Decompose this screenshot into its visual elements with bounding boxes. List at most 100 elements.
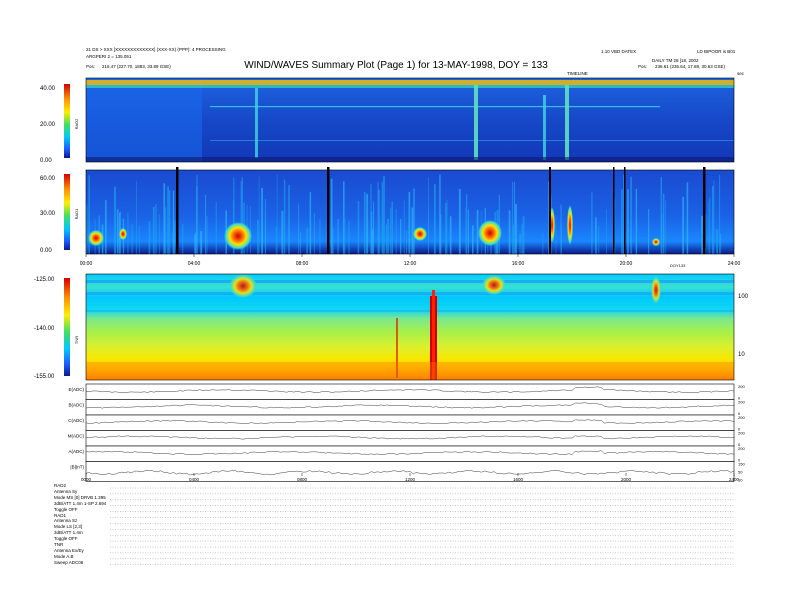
rad1-texture-streak [701, 233, 703, 254]
rad1-texture-streak [719, 175, 721, 254]
rad1-texture-streak [215, 202, 217, 254]
rad1-texture-streak [363, 191, 366, 254]
rad1-texture-streak [281, 210, 284, 254]
tnr-ytick-bottom: -155.00 [34, 374, 55, 380]
rad1-texture-streak [258, 176, 260, 254]
rad1-texture-streak [194, 233, 197, 254]
x-end-label: DOY133 [670, 263, 686, 268]
rad1-texture-streak [114, 186, 116, 254]
rad1-texture-streak [522, 216, 525, 254]
rad1-texture-streak [439, 174, 441, 254]
rad1-texture-streak [276, 174, 278, 254]
rad1-texture-streak [131, 224, 133, 254]
footer-lines [110, 487, 734, 565]
rad1-texture-streak [343, 217, 346, 254]
rad1-texture-streak [400, 219, 402, 254]
rad1-texture-streak [560, 224, 562, 254]
trace-row-frame [85, 399, 735, 416]
rad1-texture-streak [391, 201, 393, 254]
rad2-panel [85, 77, 735, 163]
rad1-texture-streak [521, 224, 523, 254]
rad1-texture-streak [635, 188, 638, 254]
rad1-texture-streak [413, 188, 415, 254]
trace-row-frame [85, 430, 735, 447]
rad2-ytick-bottom: 0.00 [40, 158, 52, 164]
rad1-xtick-label: 24:00 [728, 261, 741, 267]
rad1-texture-streak [127, 212, 129, 254]
rad2-ylabel: RAD2 [74, 118, 79, 129]
rad1-panel [85, 167, 735, 255]
rad1-texture-streak [159, 214, 160, 254]
rad1-texture-streak [138, 225, 140, 254]
rad1-texture-streak [288, 185, 290, 254]
trace-row-right-tick: 50 [738, 470, 743, 475]
rad1-texture-streak [313, 213, 315, 254]
rad1-ytick-bottom: 0.00 [40, 248, 52, 254]
rad1-texture-streak [283, 179, 286, 254]
footer-block: RAD2 Antenna Sy Mode MS [0] DRVB 1.395 3… [54, 483, 106, 566]
rad1-texture-streak [357, 201, 360, 254]
traces-xtick-label: 2400 [729, 477, 740, 482]
rad1-texture-streak [630, 176, 632, 254]
trace-row-label: B(ADC) [69, 403, 85, 408]
rad1-texture-streak [105, 200, 107, 254]
traces-xtick-label: 1200 [405, 477, 416, 482]
rad1-texture-streak [449, 216, 452, 254]
rad1-texture-streak [408, 191, 411, 254]
rad1-texture-streak [720, 233, 722, 254]
rad1-ytick-top: 60.00 [40, 176, 56, 182]
rad1-xtick-label: 12:00 [404, 261, 417, 267]
tnr-colorbar [64, 278, 70, 376]
rad1-texture-streak [406, 230, 408, 254]
rad1-colorbar [64, 174, 70, 250]
rad1-texture-streak [152, 206, 155, 254]
trace-row-label: C(ADC) [68, 418, 84, 423]
rad1-texture-streak [445, 203, 447, 254]
rad1-texture-streak [196, 186, 198, 254]
rad1-texture-streak [598, 225, 600, 254]
rad1-xaxis: 00:00 04:00 08:00 12:00 16:00 20:00 24:00 [80, 254, 741, 267]
rad1-texture-streak [472, 225, 474, 254]
rad1-texture-streak [206, 215, 208, 254]
rad1-texture-streak [309, 191, 312, 254]
rad1-texture-streak [168, 190, 171, 254]
rad1-texture-streak [510, 233, 511, 254]
rad1-texture-streak [332, 228, 334, 254]
housekeeping-traces: E(ADC)2000B(ADC)2000C(ADC)2000M(ADC)2000… [68, 383, 745, 483]
tnr-right-tick-10: 10 [738, 352, 745, 358]
traces-xtick-label: 0800 [297, 477, 308, 482]
trace-row-label: A(ADC) [69, 449, 85, 454]
rad1-texture-streak [300, 232, 301, 254]
rad1-xtick-label: 20:00 [620, 261, 633, 267]
rad1-texture-streak [606, 209, 607, 254]
rad1-texture-streak [707, 203, 709, 254]
rad2-ytick-mid: 20.00 [40, 122, 56, 128]
trace-row-frame [85, 383, 735, 400]
rad1-xtick-label: 08:00 [296, 261, 309, 267]
rad1-texture-streak [433, 217, 435, 254]
rad1-texture-streak [663, 193, 665, 254]
rad1-texture-streak [512, 224, 515, 254]
rad1-texture-streak [512, 181, 513, 254]
rad1-texture-streak [555, 214, 557, 254]
rad1-texture-streak [713, 180, 715, 254]
trace-row-right-tick: 200 [738, 431, 745, 436]
trace-row-right-tick: 200 [738, 400, 745, 405]
tnr-ylabel: TNR [74, 336, 79, 344]
rad1-texture-streak [116, 209, 119, 254]
rad1-texture-streak [411, 207, 414, 254]
rad1-texture-streak [337, 219, 339, 254]
tnr-right-tick-100: 100 [738, 294, 749, 300]
traces-xtick-label: 0400 [189, 477, 200, 482]
rad1-texture-streak [627, 189, 629, 254]
rad1-texture-streak [373, 201, 374, 254]
rad1-texture-streak [395, 209, 397, 254]
rad1-texture-streak [648, 209, 650, 254]
rad1-texture-streak [306, 227, 308, 254]
rad1-texture-streak [205, 194, 207, 254]
rad1-texture-streak [519, 233, 521, 254]
rad1-texture-streak [385, 224, 388, 254]
rad1-texture-streak [330, 178, 333, 254]
traces-xtick-label: 1600 [513, 477, 524, 482]
rad1-texture-streak [595, 217, 597, 254]
